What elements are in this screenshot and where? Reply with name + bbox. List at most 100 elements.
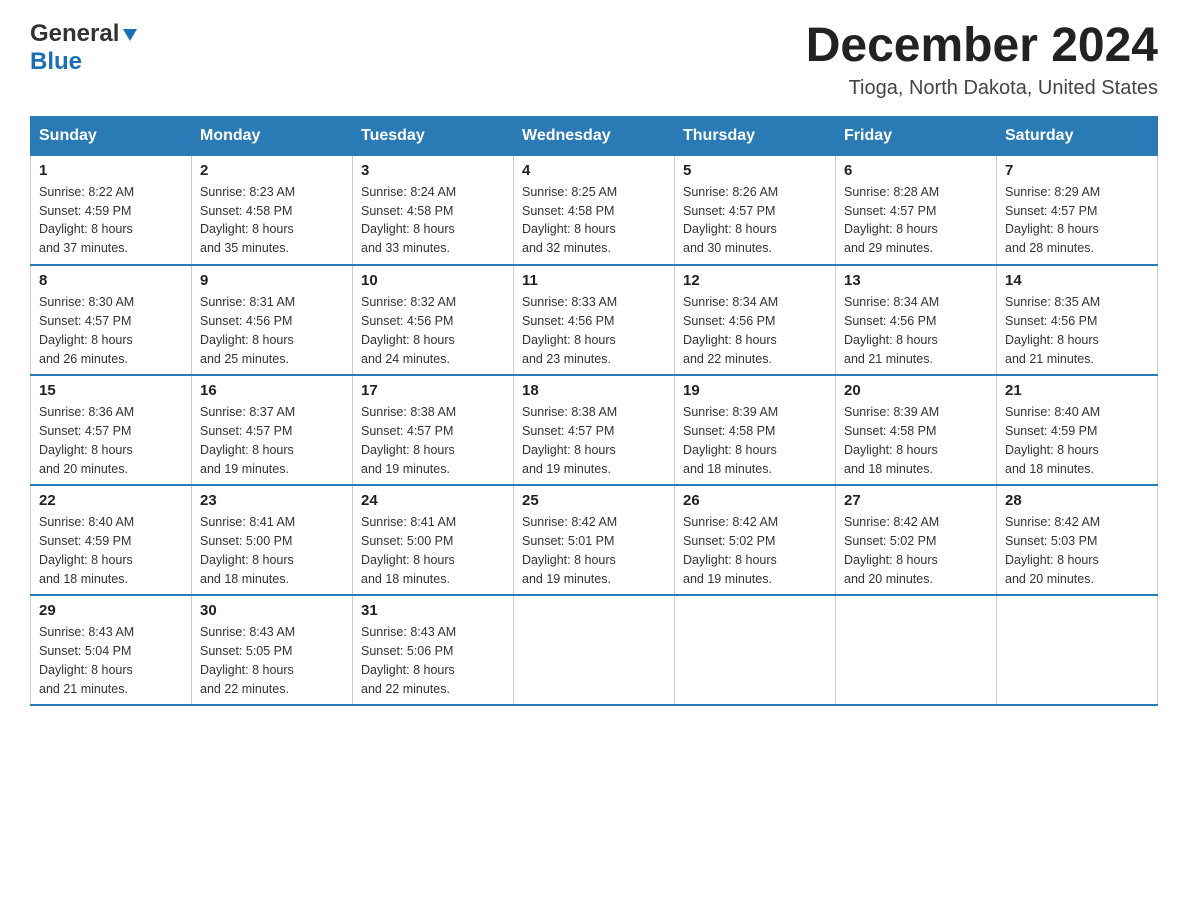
day-number: 17: [361, 382, 505, 399]
table-row: 18 Sunrise: 8:38 AMSunset: 4:57 PMDayligh…: [514, 375, 675, 485]
table-row: 6Sunrise: 8:28 AMSunset: 4:57 PMDaylight…: [836, 155, 997, 265]
day-info: Sunrise: 8:34 AMSunset: 4:56 PMDaylight:…: [683, 293, 827, 368]
table-row: 2 Sunrise: 8:23 AMSunset: 4:58 PMDaylight…: [192, 155, 353, 265]
day-number: 18: [522, 382, 666, 399]
day-info: Sunrise: 8:43 AMSunset: 5:05 PMDaylight:…: [200, 623, 344, 698]
day-info: Sunrise: 8:34 AMSunset: 4:56 PMDaylight:…: [844, 293, 988, 368]
day-number: 3: [361, 162, 505, 179]
table-row: 27 Sunrise: 8:42 AMSunset: 5:02 PMDayligh…: [836, 485, 997, 595]
calendar-header: Sunday Monday Tuesday Wednesday Thursday…: [31, 116, 1158, 155]
table-row: 11Sunrise: 8:33 AMSunset: 4:56 PMDayligh…: [514, 265, 675, 375]
day-info: Sunrise: 8:31 AMSunset: 4:56 PMDaylight:…: [200, 293, 344, 368]
table-row: 12 Sunrise: 8:34 AMSunset: 4:56 PMDayligh…: [675, 265, 836, 375]
table-row: 19Sunrise: 8:39 AMSunset: 4:58 PMDayligh…: [675, 375, 836, 485]
day-info: Sunrise: 8:38 AMSunset: 4:57 PMDaylight:…: [361, 403, 505, 478]
col-friday: Friday: [836, 116, 997, 155]
day-info: Sunrise: 8:40 AMSunset: 4:59 PMDaylight:…: [1005, 403, 1149, 478]
day-number: 10: [361, 272, 505, 289]
day-number: 23: [200, 492, 344, 509]
day-info: Sunrise: 8:39 AMSunset: 4:58 PMDaylight:…: [844, 403, 988, 478]
day-number: 19: [683, 382, 827, 399]
day-number: 14: [1005, 272, 1149, 289]
day-number: 12: [683, 272, 827, 289]
day-info: Sunrise: 8:29 AMSunset: 4:57 PMDaylight:…: [1005, 183, 1149, 258]
col-tuesday: Tuesday: [353, 116, 514, 155]
day-info: Sunrise: 8:32 AMSunset: 4:56 PMDaylight:…: [361, 293, 505, 368]
logo-triangle-icon: [121, 25, 139, 43]
table-row: 28Sunrise: 8:42 AMSunset: 5:03 PMDayligh…: [997, 485, 1158, 595]
calendar-week-row: 22Sunrise: 8:40 AMSunset: 4:59 PMDayligh…: [31, 485, 1158, 595]
table-row: 15 Sunrise: 8:36 AMSunset: 4:57 PMDayligh…: [31, 375, 192, 485]
table-row: 30 Sunrise: 8:43 AMSunset: 5:05 PMDayligh…: [192, 595, 353, 705]
col-monday: Monday: [192, 116, 353, 155]
day-info: Sunrise: 8:26 AMSunset: 4:57 PMDaylight:…: [683, 183, 827, 258]
calendar-week-row: 15 Sunrise: 8:36 AMSunset: 4:57 PMDayligh…: [31, 375, 1158, 485]
table-row: 16Sunrise: 8:37 AMSunset: 4:57 PMDayligh…: [192, 375, 353, 485]
col-sunday: Sunday: [31, 116, 192, 155]
day-number: 31: [361, 602, 505, 619]
day-number: 22: [39, 492, 183, 509]
day-info: Sunrise: 8:22 AMSunset: 4:59 PMDaylight:…: [39, 183, 183, 258]
calendar-week-row: 1 Sunrise: 8:22 AMSunset: 4:59 PMDaylight…: [31, 155, 1158, 265]
table-row: 26Sunrise: 8:42 AMSunset: 5:02 PMDayligh…: [675, 485, 836, 595]
day-info: Sunrise: 8:36 AMSunset: 4:57 PMDaylight:…: [39, 403, 183, 478]
table-row: [514, 595, 675, 705]
page-header: General Blue December 2024 Tioga, North …: [30, 20, 1158, 100]
day-info: Sunrise: 8:30 AMSunset: 4:57 PMDaylight:…: [39, 293, 183, 368]
day-info: Sunrise: 8:24 AMSunset: 4:58 PMDaylight:…: [361, 183, 505, 258]
day-info: Sunrise: 8:37 AMSunset: 4:57 PMDaylight:…: [200, 403, 344, 478]
day-number: 26: [683, 492, 827, 509]
day-number: 11: [522, 272, 666, 289]
table-row: 13Sunrise: 8:34 AMSunset: 4:56 PMDayligh…: [836, 265, 997, 375]
day-number: 29: [39, 602, 183, 619]
day-number: 1: [39, 162, 183, 179]
calendar-week-row: 29 Sunrise: 8:43 AMSunset: 5:04 PMDayligh…: [31, 595, 1158, 705]
title-block: December 2024 Tioga, North Dakota, Unite…: [806, 20, 1158, 100]
day-info: Sunrise: 8:38 AMSunset: 4:57 PMDaylight:…: [522, 403, 666, 478]
day-number: 5: [683, 162, 827, 179]
day-number: 24: [361, 492, 505, 509]
table-row: 14 Sunrise: 8:35 AMSunset: 4:56 PMDayligh…: [997, 265, 1158, 375]
day-number: 30: [200, 602, 344, 619]
table-row: [675, 595, 836, 705]
day-number: 27: [844, 492, 988, 509]
day-number: 9: [200, 272, 344, 289]
table-row: 21 Sunrise: 8:40 AMSunset: 4:59 PMDayligh…: [997, 375, 1158, 485]
day-number: 15: [39, 382, 183, 399]
day-info: Sunrise: 8:42 AMSunset: 5:02 PMDaylight:…: [844, 513, 988, 588]
calendar-title: December 2024: [806, 20, 1158, 73]
calendar-body: 1 Sunrise: 8:22 AMSunset: 4:59 PMDaylight…: [31, 155, 1158, 705]
table-row: [836, 595, 997, 705]
table-row: 7Sunrise: 8:29 AMSunset: 4:57 PMDaylight…: [997, 155, 1158, 265]
col-thursday: Thursday: [675, 116, 836, 155]
day-number: 20: [844, 382, 988, 399]
table-row: 20 Sunrise: 8:39 AMSunset: 4:58 PMDayligh…: [836, 375, 997, 485]
header-row: Sunday Monday Tuesday Wednesday Thursday…: [31, 116, 1158, 155]
calendar-table: Sunday Monday Tuesday Wednesday Thursday…: [30, 116, 1158, 707]
day-number: 2: [200, 162, 344, 179]
table-row: 29 Sunrise: 8:43 AMSunset: 5:04 PMDayligh…: [31, 595, 192, 705]
table-row: 10 Sunrise: 8:32 AMSunset: 4:56 PMDayligh…: [353, 265, 514, 375]
day-info: Sunrise: 8:25 AMSunset: 4:58 PMDaylight:…: [522, 183, 666, 258]
day-info: Sunrise: 8:43 AMSunset: 5:04 PMDaylight:…: [39, 623, 183, 698]
col-saturday: Saturday: [997, 116, 1158, 155]
day-number: 4: [522, 162, 666, 179]
day-number: 21: [1005, 382, 1149, 399]
calendar-week-row: 8Sunrise: 8:30 AMSunset: 4:57 PMDaylight…: [31, 265, 1158, 375]
logo-general-text: General: [30, 20, 119, 48]
table-row: [997, 595, 1158, 705]
day-number: 25: [522, 492, 666, 509]
col-wednesday: Wednesday: [514, 116, 675, 155]
table-row: 17 Sunrise: 8:38 AMSunset: 4:57 PMDayligh…: [353, 375, 514, 485]
day-info: Sunrise: 8:42 AMSunset: 5:03 PMDaylight:…: [1005, 513, 1149, 588]
day-info: Sunrise: 8:43 AMSunset: 5:06 PMDaylight:…: [361, 623, 505, 698]
day-info: Sunrise: 8:41 AMSunset: 5:00 PMDaylight:…: [200, 513, 344, 588]
day-info: Sunrise: 8:35 AMSunset: 4:56 PMDaylight:…: [1005, 293, 1149, 368]
day-info: Sunrise: 8:28 AMSunset: 4:57 PMDaylight:…: [844, 183, 988, 258]
table-row: 5 Sunrise: 8:26 AMSunset: 4:57 PMDaylight…: [675, 155, 836, 265]
table-row: 8Sunrise: 8:30 AMSunset: 4:57 PMDaylight…: [31, 265, 192, 375]
table-row: 23 Sunrise: 8:41 AMSunset: 5:00 PMDayligh…: [192, 485, 353, 595]
day-info: Sunrise: 8:23 AMSunset: 4:58 PMDaylight:…: [200, 183, 344, 258]
day-info: Sunrise: 8:42 AMSunset: 5:01 PMDaylight:…: [522, 513, 666, 588]
table-row: 9 Sunrise: 8:31 AMSunset: 4:56 PMDaylight…: [192, 265, 353, 375]
